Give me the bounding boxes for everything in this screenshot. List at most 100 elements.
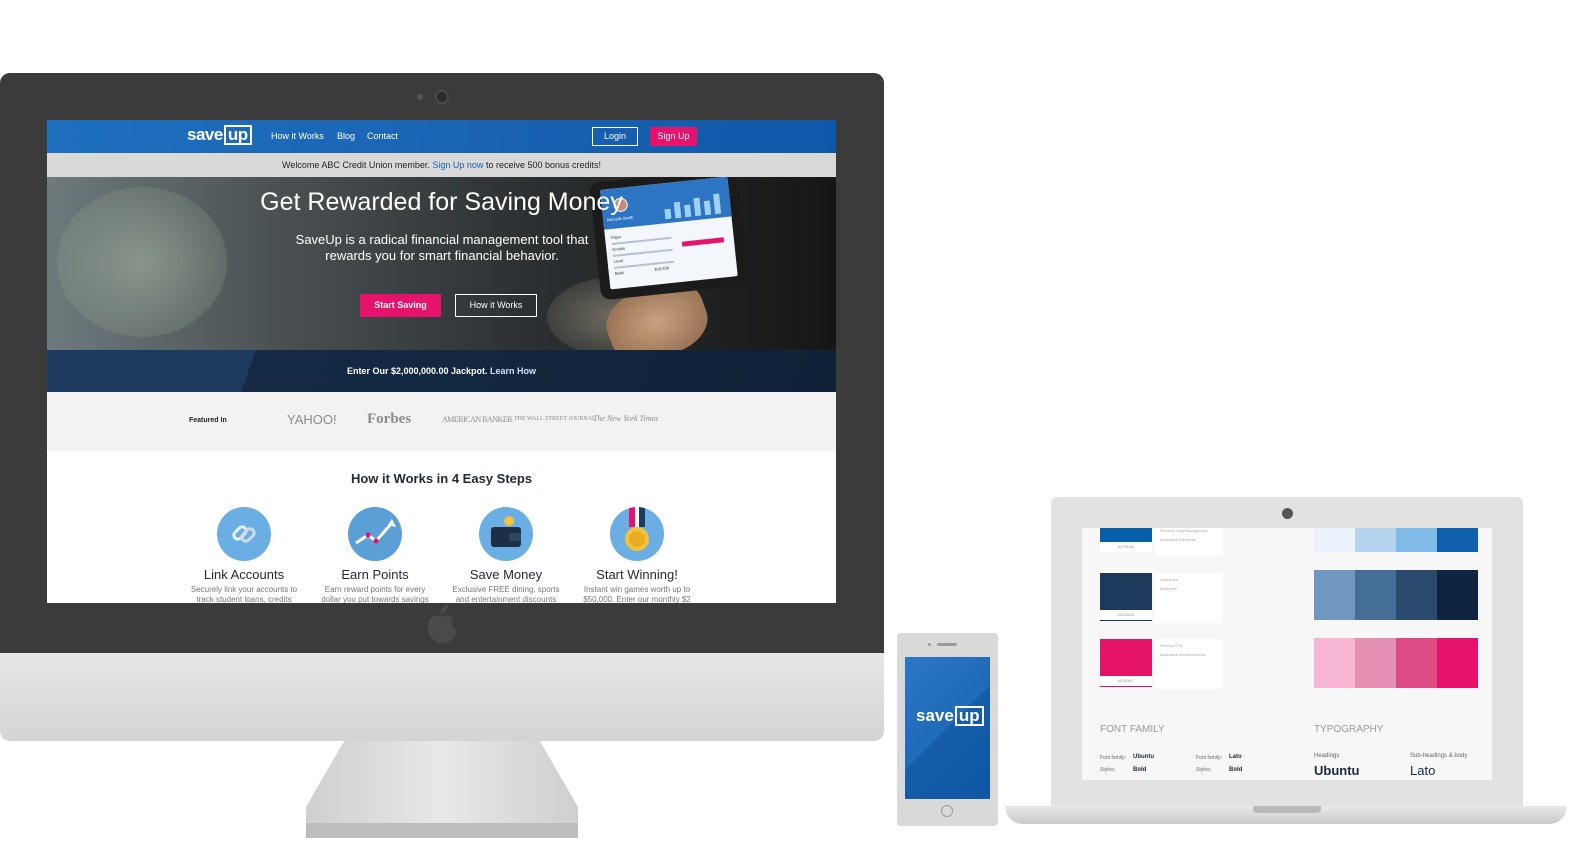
swatch-hex-label: #1D3A5D	[1100, 610, 1152, 620]
press-logo-american-banker: AMERICAN BANKER	[442, 415, 513, 424]
hero-title: Get Rewarded for Saving Money	[260, 188, 623, 216]
laptop-opening-notch	[1253, 806, 1321, 813]
phone-mockup: save up	[897, 633, 998, 826]
featured-label: Featured In	[189, 417, 227, 424]
swatch-note: Body text	[1160, 586, 1177, 591]
font-family-ubuntu: Ubuntu	[1133, 754, 1154, 760]
step-earn-points: Earn Points Earn reward points for every…	[315, 507, 435, 603]
login-button[interactable]: Login	[592, 127, 638, 146]
step-title: Start Winning!	[596, 567, 678, 582]
welcome-signup-link[interactable]: Sign Up now	[432, 160, 483, 170]
tablet-row-label: Bank	[614, 269, 625, 276]
tablet-cta	[681, 237, 725, 247]
jackpot-text: Enter Our $2,000,000.00 Jackpot.	[346, 366, 488, 376]
font-family-key: Font family:	[1196, 755, 1222, 761]
font-family-lato: Lato	[1229, 754, 1242, 760]
tablet-row-label: Credits	[612, 245, 626, 252]
device-mockup-stage: save up How it Works Blog Contact Login S…	[0, 0, 1590, 858]
swatch-notes: Primary CTA Illustrative elements/icons	[1155, 639, 1223, 689]
imac-stand	[306, 741, 578, 829]
swatch-hex-label: #075FAA	[1100, 542, 1152, 552]
typography-heading: TYPOGRAPHY	[1314, 724, 1384, 735]
palette-chip	[1355, 528, 1396, 552]
styles-key: Styles:	[1196, 767, 1212, 773]
step-description: Exclusive FREE dining, sports and entert…	[452, 585, 560, 603]
welcome-text: Welcome ABC Credit Union member.	[281, 160, 430, 170]
swatch-note: Primary CTA	[1160, 643, 1183, 648]
palette-navy-tints	[1314, 570, 1478, 620]
nav-blog[interactable]: Blog	[337, 131, 355, 141]
laptop-camera	[1282, 508, 1293, 519]
imac-camera	[435, 90, 449, 104]
signup-button[interactable]: Sign Up	[650, 127, 697, 146]
link-icon	[217, 507, 271, 561]
apple-logo-icon	[428, 604, 456, 644]
phone-splash-screen: save up	[905, 657, 990, 799]
palette-chip	[1437, 528, 1478, 552]
step-description: Instant win games worth up to $50,000. E…	[583, 585, 691, 603]
press-logo-forbes: Forbes	[367, 411, 412, 427]
step-start-winning: Start Winning! Instant win games worth u…	[577, 507, 697, 603]
featured-in-strip: Featured In YAHOO! Forbes AMERICAN BANKE…	[47, 392, 836, 451]
swatch-hex-label: #E51467	[1100, 676, 1152, 686]
step-title: Earn Points	[341, 567, 409, 582]
nav-how-it-works[interactable]: How it Works	[271, 131, 324, 141]
palette-chip	[1314, 638, 1355, 688]
swatch-notes: Reverse Logo Background Illustrative Ele…	[1155, 528, 1223, 556]
laptop-mockup: #075FAA Reverse Logo Background Illustra…	[1051, 497, 1523, 806]
palette-chip	[1314, 570, 1355, 620]
step-save-money: Save Money Exclusive FREE dining, sports…	[446, 507, 566, 603]
phone-home-button	[941, 805, 953, 817]
typography-headings-label: Headings	[1314, 753, 1340, 759]
step-link-accounts: Link Accounts Securely link your account…	[184, 507, 304, 603]
step-title: Link Accounts	[203, 567, 285, 582]
logo-text: save	[187, 125, 223, 144]
phone-camera	[928, 643, 931, 646]
imac-chin	[0, 653, 884, 741]
swatch-notes: Headlines Body text	[1155, 573, 1223, 623]
swatch-note: Illustrative elements/icons	[1160, 652, 1206, 657]
font-family-heading: FONT FAMILY	[1100, 724, 1165, 735]
palette-chip	[1396, 528, 1437, 552]
style-bold: Bold	[1229, 767, 1243, 773]
step-description: Securely link your accounts to track stu…	[190, 585, 298, 603]
palette-chip	[1396, 638, 1437, 688]
imac-sensor	[417, 94, 423, 100]
phone-logo-text: save	[916, 706, 954, 725]
palette-chip	[1355, 570, 1396, 620]
phone-saveup-logo: save up	[916, 706, 984, 726]
styles-key: Styles:	[1100, 767, 1116, 773]
how-it-works-button[interactable]: How it Works	[455, 294, 537, 317]
palette-chip	[1314, 528, 1355, 552]
learn-how-link[interactable]: Learn How	[490, 366, 536, 376]
typography-body-label: Sub-headings & body	[1410, 753, 1468, 759]
welcome-banner: Welcome ABC Credit Union member. Sign Up…	[47, 153, 836, 177]
start-saving-button[interactable]: Start Saving	[360, 294, 441, 317]
logo-up-box: up	[223, 125, 252, 145]
swatch-note: Reverse Logo Background	[1160, 528, 1208, 533]
palette-chip	[1396, 570, 1437, 620]
style-bold: Bold	[1133, 767, 1147, 773]
swatch-note: Headlines	[1160, 577, 1178, 582]
tablet-value: $18,838	[654, 265, 670, 272]
welcome-suffix: to receive 500 bonus credits!	[485, 160, 602, 170]
step-title: Save Money	[469, 567, 543, 582]
hero-section: Michelle Smith Plays Credits Level Bank …	[47, 177, 836, 350]
typography-headings-sample: Ubuntu	[1314, 763, 1360, 778]
tablet-row-label: Plays	[610, 234, 622, 241]
hero-subtitle: SaveUp is a radical financial management…	[295, 232, 589, 263]
medal-icon	[610, 507, 664, 561]
nav-contact[interactable]: Contact	[367, 131, 398, 141]
palette-blue-tints	[1314, 528, 1478, 552]
palette-chip	[1437, 638, 1478, 688]
press-logo-wsj: THE WALL STREET JOURNAL	[514, 416, 596, 422]
palette-pink-tints	[1314, 638, 1478, 688]
font-family-key: Font family:	[1100, 755, 1126, 761]
typography-body-sample: Lato	[1410, 763, 1436, 778]
press-logo-nyt: The New York Times	[593, 414, 659, 423]
imac-stand-base	[306, 823, 578, 838]
phone-speaker	[937, 643, 957, 646]
palette-chip	[1355, 638, 1396, 688]
laptop-styleguide-screen: #075FAA Reverse Logo Background Illustra…	[1082, 528, 1492, 780]
saveup-logo[interactable]: save up	[187, 125, 252, 145]
